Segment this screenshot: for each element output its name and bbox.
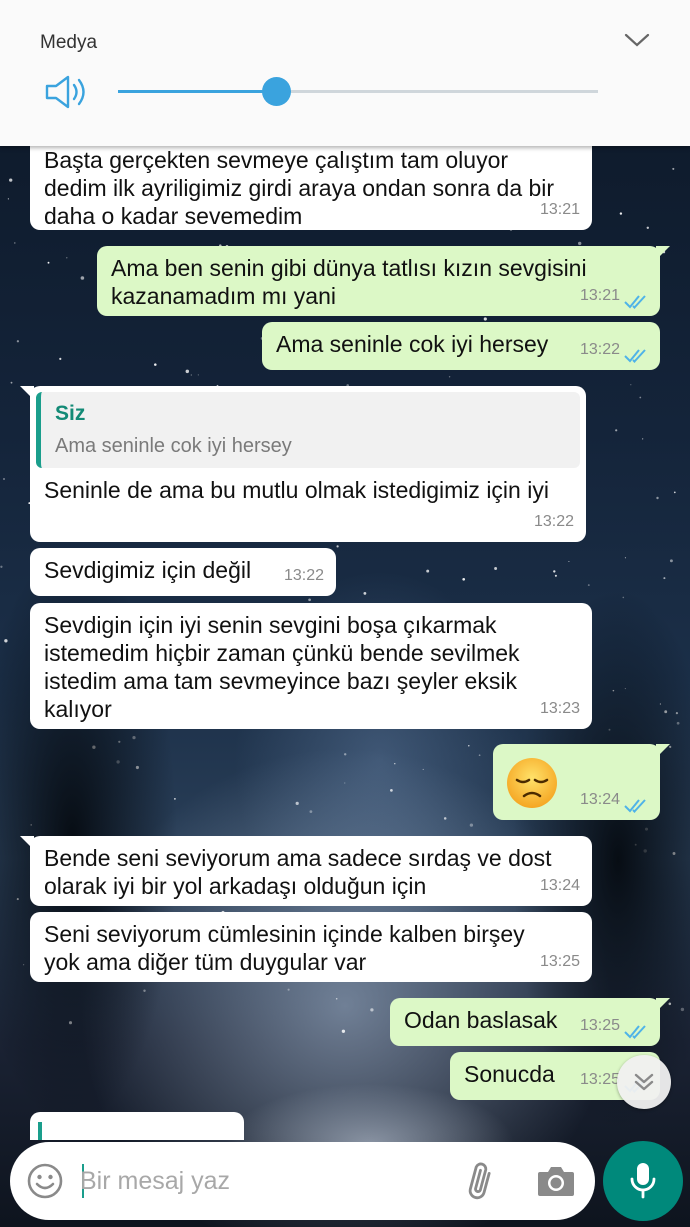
media-title: Medya (40, 32, 98, 53)
message-incoming[interactable]: Sevdigimiz için değil 13:22 (30, 548, 336, 596)
read-receipt-icon (624, 349, 646, 363)
message-text: Ama ben senin gibi dünya tatlısı kızın s… (111, 255, 587, 309)
media-volume-panel: Medya (0, 0, 690, 146)
message-list[interactable]: Başta gerçekten sevmeye çalıştım tam olu… (0, 0, 690, 1140)
message-time: 13:22 (579, 341, 620, 358)
message-incoming-partial[interactable] (30, 1112, 244, 1140)
quoted-message[interactable]: Siz Ama seninle cok iyi hersey (36, 392, 580, 468)
microphone-icon (630, 1163, 656, 1199)
message-text: Bende seni seviyorum ama sadece sırdaş v… (44, 845, 552, 899)
volume-slider-thumb[interactable] (262, 77, 292, 106)
quoted-author: Siz (55, 402, 86, 425)
quoted-text: Ama seninle cok iyi hersey (55, 435, 292, 457)
double-chevron-down-icon (634, 1073, 654, 1091)
message-incoming[interactable]: Seni seviyorum cümlesinin içinde kalben … (30, 912, 592, 982)
message-time: 13:21 (579, 287, 620, 304)
message-incoming[interactable]: Bende seni seviyorum ama sadece sırdaş v… (20, 836, 592, 906)
message-text: Başta gerçekten sevmeye çalıştım tam olu… (44, 147, 555, 229)
chevron-down-icon[interactable] (622, 30, 652, 50)
paperclip-icon[interactable] (462, 1160, 502, 1202)
message-composer (10, 1142, 595, 1220)
message-text: Sevdigimiz için değil (44, 557, 252, 583)
read-receipt-icon (624, 295, 646, 309)
message-incoming[interactable]: Başta gerçekten sevmeye çalıştım tam olu… (30, 132, 592, 230)
message-incoming-reply[interactable]: Siz Ama seninle cok iyi hersey Seninle d… (20, 386, 586, 542)
message-input[interactable] (80, 1158, 440, 1204)
scroll-to-bottom-button[interactable] (617, 1055, 671, 1109)
message-time: 13:21 (539, 201, 580, 218)
read-receipt-icon (624, 1025, 646, 1039)
speaker-icon[interactable] (44, 74, 90, 110)
message-time: 13:25 (579, 1071, 620, 1088)
volume-slider[interactable] (118, 77, 598, 106)
volume-slider-fill (118, 90, 277, 93)
message-outgoing[interactable]: Ama ben senin gibi dünya tatlısı kızın s… (97, 246, 670, 316)
read-receipt-icon (624, 799, 646, 813)
message-time: 13:22 (283, 567, 324, 584)
voice-message-button[interactable] (603, 1141, 683, 1221)
camera-icon[interactable] (536, 1162, 576, 1200)
message-text: Seni seviyorum cümlesinin içinde kalben … (44, 921, 525, 975)
pensive-face-icon (507, 758, 557, 808)
message-text: Seninle de ama bu mutlu olmak istedigimi… (44, 477, 549, 503)
emoji-icon[interactable] (26, 1162, 64, 1200)
message-time: 13:25 (539, 953, 580, 970)
message-outgoing[interactable]: Odan baslasak 13:25 (390, 998, 670, 1046)
message-time: 13:24 (539, 877, 580, 894)
message-text: Sevdigin için iyi senin sevgini boşa çık… (44, 612, 520, 722)
message-outgoing-emoji[interactable]: 13:24 (493, 744, 670, 820)
message-time: 13:24 (579, 791, 620, 808)
message-outgoing[interactable]: Ama seninle cok iyi hersey 13:22 (262, 322, 660, 370)
message-time: 13:22 (533, 513, 574, 530)
message-time: 13:25 (579, 1017, 620, 1034)
message-time: 13:23 (539, 700, 580, 717)
message-incoming[interactable]: Sevdigin için iyi senin sevgini boşa çık… (30, 603, 592, 729)
